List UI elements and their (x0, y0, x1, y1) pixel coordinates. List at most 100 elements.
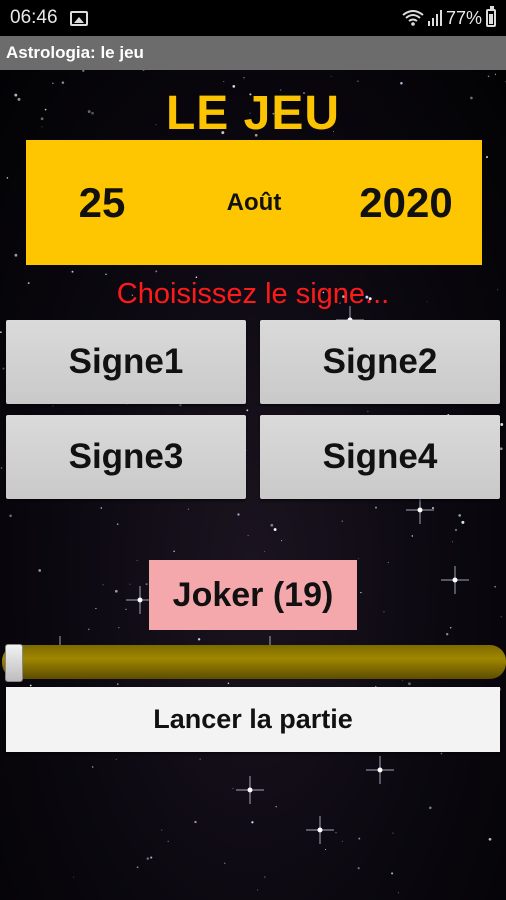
star (95, 607, 97, 610)
signal-icon (427, 10, 442, 26)
star (73, 876, 75, 878)
star (411, 535, 414, 537)
star (500, 423, 504, 426)
star (264, 550, 266, 553)
star (455, 529, 457, 531)
star (117, 683, 119, 685)
star (142, 70, 145, 71)
star (494, 586, 496, 588)
star (91, 766, 94, 768)
sparkle-star (406, 496, 434, 524)
star (458, 514, 462, 517)
gallery-notification-icon (69, 10, 88, 26)
star (407, 682, 411, 686)
star (125, 608, 127, 611)
app-title: Astrologia: le jeu (6, 43, 144, 62)
star (146, 857, 150, 860)
star (257, 889, 259, 891)
star (486, 156, 488, 158)
star (281, 540, 283, 542)
star (145, 583, 148, 586)
star (397, 892, 399, 894)
app-bar: Astrologia: le jeu (0, 36, 506, 70)
star (246, 409, 249, 412)
slider-thumb[interactable] (5, 644, 23, 682)
star (38, 569, 42, 572)
star (494, 73, 496, 75)
star (391, 872, 394, 875)
star (488, 837, 492, 841)
star (273, 528, 277, 531)
star (432, 507, 434, 509)
star (116, 523, 119, 525)
start-game-button[interactable]: Lancer la partie (6, 687, 500, 752)
star (275, 806, 277, 808)
star (167, 840, 170, 843)
status-time: 06:46 (10, 7, 58, 28)
sign-button-2[interactable]: Signe2 (260, 320, 500, 404)
status-right: 77% (402, 6, 496, 29)
star (0, 331, 2, 333)
star (461, 520, 465, 524)
star (400, 81, 403, 85)
star (357, 558, 359, 560)
star (224, 862, 226, 864)
star (270, 523, 274, 527)
star (129, 583, 131, 585)
star (52, 82, 54, 84)
star (487, 75, 490, 78)
star (387, 561, 389, 563)
star (500, 616, 502, 618)
star (499, 447, 503, 451)
sparkle-star (306, 816, 334, 844)
star (155, 270, 158, 273)
sparkle-star (441, 566, 469, 594)
sparkle-star (366, 756, 394, 784)
star (440, 752, 443, 755)
star (360, 591, 362, 594)
sign-button-4[interactable]: Signe4 (260, 415, 500, 499)
date-panel: 25 Août 2020 (26, 140, 482, 265)
sparkle-star (236, 776, 264, 804)
star (330, 75, 332, 77)
star (136, 866, 139, 869)
star (88, 628, 90, 631)
star (61, 81, 65, 84)
star (197, 638, 201, 641)
star (243, 77, 245, 79)
date-day: 25 (78, 178, 126, 226)
star (341, 520, 343, 522)
star (451, 541, 453, 543)
star (173, 550, 175, 553)
star (161, 829, 163, 831)
slider-track[interactable] (2, 645, 506, 679)
star (194, 820, 197, 824)
star (341, 840, 344, 843)
star (251, 821, 254, 824)
date-month: Août (226, 188, 282, 216)
star (232, 787, 234, 790)
star (227, 682, 230, 685)
star (357, 80, 359, 82)
star (367, 410, 369, 413)
sign-button-1[interactable]: Signe1 (6, 320, 246, 404)
joker-button[interactable]: Joker (19) (149, 560, 357, 630)
battery-icon (486, 6, 496, 27)
star (71, 270, 74, 273)
star (105, 273, 107, 276)
star (115, 758, 117, 760)
star (187, 508, 190, 510)
star (402, 680, 404, 681)
star (136, 560, 138, 561)
game-screen: LE JEU 25 Août 2020 Choisissez le signe.… (0, 70, 506, 900)
star (247, 534, 249, 537)
star (82, 70, 85, 72)
star (375, 506, 377, 509)
star (6, 177, 9, 179)
star (392, 832, 394, 834)
sign-button-3[interactable]: Signe3 (6, 415, 246, 499)
star (263, 876, 266, 878)
instruction-text: Choisissez le signe... (116, 278, 390, 310)
status-bar: 06:46 77% (0, 0, 506, 36)
star (2, 367, 5, 370)
